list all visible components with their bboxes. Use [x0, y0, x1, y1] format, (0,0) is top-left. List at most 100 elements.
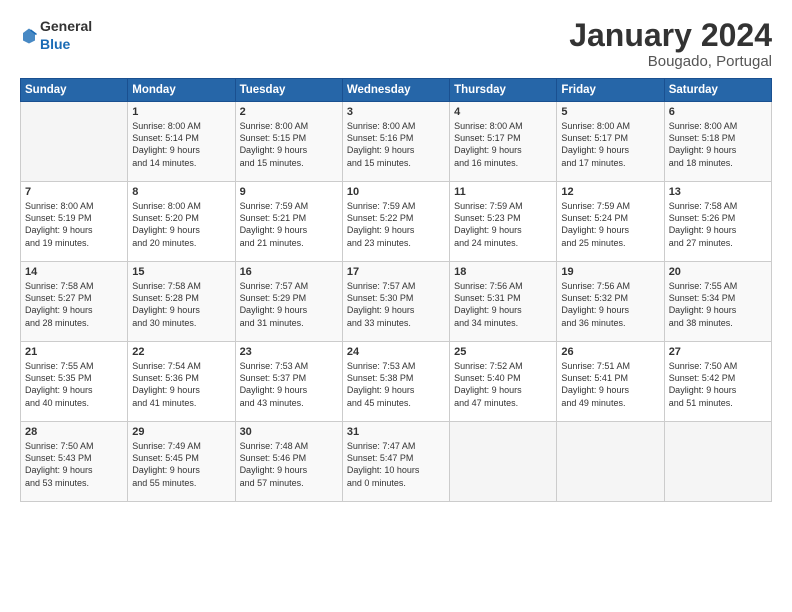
- day-number: 21: [25, 346, 123, 358]
- logo-general: General: [40, 18, 92, 34]
- day-info: Sunrise: 7:57 AM Sunset: 5:30 PM Dayligh…: [347, 280, 445, 329]
- calendar-page: General Blue January 2024 Bougado, Portu…: [0, 0, 792, 612]
- day-info: Sunrise: 7:59 AM Sunset: 5:23 PM Dayligh…: [454, 200, 552, 249]
- day-info: Sunrise: 7:56 AM Sunset: 5:31 PM Dayligh…: [454, 280, 552, 329]
- calendar-cell: 5 Sunrise: 8:00 AM Sunset: 5:17 PM Daylig…: [557, 102, 664, 182]
- calendar-cell: 6 Sunrise: 8:00 AM Sunset: 5:18 PM Daylig…: [664, 102, 771, 182]
- day-number: 12: [561, 186, 659, 198]
- logo-icon: [20, 27, 38, 45]
- day-number: 18: [454, 266, 552, 278]
- calendar-cell: 22 Sunrise: 7:54 AM Sunset: 5:36 PM Dayli…: [128, 342, 235, 422]
- day-number: 20: [669, 266, 767, 278]
- day-info: Sunrise: 7:58 AM Sunset: 5:26 PM Dayligh…: [669, 200, 767, 249]
- day-number: 28: [25, 426, 123, 438]
- week-row-3: 14Sunrise: 7:58 AM Sunset: 5:27 PM Dayli…: [21, 262, 772, 342]
- day-info: Sunrise: 8:00 AM Sunset: 5:17 PM Dayligh…: [561, 120, 659, 169]
- day-info: Sunrise: 7:53 AM Sunset: 5:37 PM Dayligh…: [240, 360, 338, 409]
- day-info: Sunrise: 8:00 AM Sunset: 5:20 PM Dayligh…: [132, 200, 230, 249]
- day-number: 3: [347, 106, 445, 118]
- day-info: Sunrise: 7:57 AM Sunset: 5:29 PM Dayligh…: [240, 280, 338, 329]
- calendar-cell: 18 Sunrise: 7:56 AM Sunset: 5:31 PM Dayli…: [450, 262, 557, 342]
- calendar-cell: 27 Sunrise: 7:50 AM Sunset: 5:42 PM Dayli…: [664, 342, 771, 422]
- day-number: 19: [561, 266, 659, 278]
- day-info: Sunrise: 7:55 AM Sunset: 5:34 PM Dayligh…: [669, 280, 767, 329]
- calendar-cell: 20 Sunrise: 7:55 AM Sunset: 5:34 PM Dayli…: [664, 262, 771, 342]
- calendar-cell: [664, 422, 771, 502]
- calendar-cell: 23 Sunrise: 7:53 AM Sunset: 5:37 PM Dayli…: [235, 342, 342, 422]
- day-number: 9: [240, 186, 338, 198]
- day-info: Sunrise: 7:50 AM Sunset: 5:43 PM Dayligh…: [25, 440, 123, 489]
- calendar-cell: 4 Sunrise: 8:00 AM Sunset: 5:17 PM Daylig…: [450, 102, 557, 182]
- calendar-cell: 14Sunrise: 7:58 AM Sunset: 5:27 PM Dayli…: [21, 262, 128, 342]
- calendar-cell: 21Sunrise: 7:55 AM Sunset: 5:35 PM Dayli…: [21, 342, 128, 422]
- day-number: 22: [132, 346, 230, 358]
- calendar-cell: 26Sunrise: 7:51 AM Sunset: 5:41 PM Dayli…: [557, 342, 664, 422]
- day-info: Sunrise: 8:00 AM Sunset: 5:19 PM Dayligh…: [25, 200, 123, 249]
- day-number: 10: [347, 186, 445, 198]
- day-info: Sunrise: 7:50 AM Sunset: 5:42 PM Dayligh…: [669, 360, 767, 409]
- week-row-4: 21Sunrise: 7:55 AM Sunset: 5:35 PM Dayli…: [21, 342, 772, 422]
- day-number: 14: [25, 266, 123, 278]
- calendar-table: SundayMondayTuesdayWednesdayThursdayFrid…: [20, 78, 772, 502]
- calendar-cell: 12 Sunrise: 7:59 AM Sunset: 5:24 PM Dayli…: [557, 182, 664, 262]
- day-number: 6: [669, 106, 767, 118]
- day-info: Sunrise: 8:00 AM Sunset: 5:16 PM Dayligh…: [347, 120, 445, 169]
- day-number: 15: [132, 266, 230, 278]
- day-number: 30: [240, 426, 338, 438]
- week-row-5: 28 Sunrise: 7:50 AM Sunset: 5:43 PM Dayli…: [21, 422, 772, 502]
- calendar-cell: 8Sunrise: 8:00 AM Sunset: 5:20 PM Daylig…: [128, 182, 235, 262]
- day-number: 31: [347, 426, 445, 438]
- day-number: 11: [454, 186, 552, 198]
- calendar-cell: 9 Sunrise: 7:59 AM Sunset: 5:21 PM Daylig…: [235, 182, 342, 262]
- col-header-thursday: Thursday: [450, 79, 557, 102]
- day-info: Sunrise: 8:00 AM Sunset: 5:17 PM Dayligh…: [454, 120, 552, 169]
- day-number: 27: [669, 346, 767, 358]
- day-info: Sunrise: 7:51 AM Sunset: 5:41 PM Dayligh…: [561, 360, 659, 409]
- day-number: 5: [561, 106, 659, 118]
- calendar-cell: [557, 422, 664, 502]
- calendar-cell: 13Sunrise: 7:58 AM Sunset: 5:26 PM Dayli…: [664, 182, 771, 262]
- day-number: 2: [240, 106, 338, 118]
- day-number: 1: [132, 106, 230, 118]
- col-header-wednesday: Wednesday: [342, 79, 449, 102]
- calendar-cell: 28 Sunrise: 7:50 AM Sunset: 5:43 PM Dayli…: [21, 422, 128, 502]
- day-info: Sunrise: 7:49 AM Sunset: 5:45 PM Dayligh…: [132, 440, 230, 489]
- logo-blue: Blue: [40, 36, 70, 52]
- day-info: Sunrise: 7:52 AM Sunset: 5:40 PM Dayligh…: [454, 360, 552, 409]
- logo: General Blue: [20, 18, 92, 54]
- col-header-friday: Friday: [557, 79, 664, 102]
- calendar-cell: 31 Sunrise: 7:47 AM Sunset: 5:47 PM Dayli…: [342, 422, 449, 502]
- week-row-2: 7 Sunrise: 8:00 AM Sunset: 5:19 PM Daylig…: [21, 182, 772, 262]
- calendar-cell: 2 Sunrise: 8:00 AM Sunset: 5:15 PM Daylig…: [235, 102, 342, 182]
- day-info: Sunrise: 7:58 AM Sunset: 5:28 PM Dayligh…: [132, 280, 230, 329]
- day-number: 4: [454, 106, 552, 118]
- day-info: Sunrise: 7:48 AM Sunset: 5:46 PM Dayligh…: [240, 440, 338, 489]
- day-info: Sunrise: 8:00 AM Sunset: 5:15 PM Dayligh…: [240, 120, 338, 169]
- day-info: Sunrise: 7:47 AM Sunset: 5:47 PM Dayligh…: [347, 440, 445, 489]
- day-number: 16: [240, 266, 338, 278]
- col-header-monday: Monday: [128, 79, 235, 102]
- calendar-cell: 25Sunrise: 7:52 AM Sunset: 5:40 PM Dayli…: [450, 342, 557, 422]
- col-header-tuesday: Tuesday: [235, 79, 342, 102]
- day-number: 29: [132, 426, 230, 438]
- calendar-cell: 24Sunrise: 7:53 AM Sunset: 5:38 PM Dayli…: [342, 342, 449, 422]
- day-info: Sunrise: 7:54 AM Sunset: 5:36 PM Dayligh…: [132, 360, 230, 409]
- header: General Blue January 2024 Bougado, Portu…: [20, 18, 772, 70]
- day-number: 7: [25, 186, 123, 198]
- day-info: Sunrise: 7:53 AM Sunset: 5:38 PM Dayligh…: [347, 360, 445, 409]
- calendar-cell: [450, 422, 557, 502]
- day-info: Sunrise: 7:59 AM Sunset: 5:24 PM Dayligh…: [561, 200, 659, 249]
- day-number: 23: [240, 346, 338, 358]
- day-info: Sunrise: 8:00 AM Sunset: 5:18 PM Dayligh…: [669, 120, 767, 169]
- calendar-cell: [21, 102, 128, 182]
- calendar-cell: 17 Sunrise: 7:57 AM Sunset: 5:30 PM Dayli…: [342, 262, 449, 342]
- day-number: 17: [347, 266, 445, 278]
- week-row-1: 1Sunrise: 8:00 AM Sunset: 5:14 PM Daylig…: [21, 102, 772, 182]
- calendar-cell: 7 Sunrise: 8:00 AM Sunset: 5:19 PM Daylig…: [21, 182, 128, 262]
- title-block: January 2024 Bougado, Portugal: [569, 18, 772, 70]
- calendar-cell: 1Sunrise: 8:00 AM Sunset: 5:14 PM Daylig…: [128, 102, 235, 182]
- calendar-cell: 3 Sunrise: 8:00 AM Sunset: 5:16 PM Daylig…: [342, 102, 449, 182]
- calendar-title: January 2024: [569, 18, 772, 53]
- calendar-cell: 19Sunrise: 7:56 AM Sunset: 5:32 PM Dayli…: [557, 262, 664, 342]
- day-info: Sunrise: 7:59 AM Sunset: 5:21 PM Dayligh…: [240, 200, 338, 249]
